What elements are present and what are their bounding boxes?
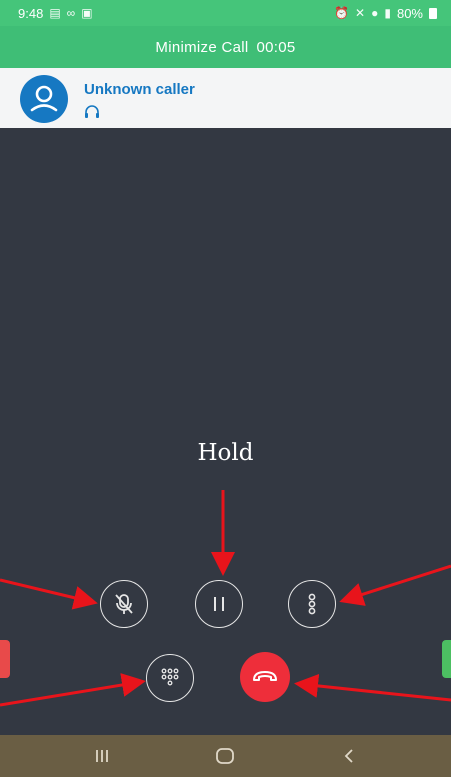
end-call-button[interactable] <box>240 652 290 702</box>
person-icon <box>30 85 58 112</box>
end-call-icon <box>253 671 277 681</box>
pause-icon <box>214 597 224 611</box>
more-options-button[interactable] <box>288 580 336 628</box>
status-right: ⏰ ✕ ● ▮ 80% <box>334 6 437 21</box>
alarm-icon: ⏰ <box>334 6 350 20</box>
hold-annotation-label: Hold <box>197 440 254 466</box>
home-button[interactable] <box>195 735 255 777</box>
avatar <box>20 75 68 123</box>
battery-icon <box>429 7 437 19</box>
dialpad-icon <box>161 668 179 686</box>
signal-icon: ▮ <box>384 6 391 20</box>
status-bar: 9:48 ▤ ∞ ▣ ⏰ ✕ ● ▮ 80% <box>0 0 451 26</box>
status-left: 9:48 ▤ ∞ ▣ <box>18 6 93 21</box>
back-icon <box>344 749 353 763</box>
hold-button[interactable] <box>195 580 243 628</box>
call-duration: 00:05 <box>256 38 296 56</box>
keypad-button[interactable] <box>146 654 194 702</box>
caller-name: Unknown caller <box>84 81 195 98</box>
mute-button[interactable] <box>100 580 148 628</box>
minimize-call-banner[interactable]: Minimize Call 00:05 <box>0 26 451 68</box>
mute-icon: ✕ <box>355 6 366 20</box>
notification-icon: ▤ <box>49 6 61 20</box>
location-icon: ● <box>371 6 379 20</box>
recents-icon <box>95 750 108 762</box>
more-vertical-icon <box>308 593 316 615</box>
minimize-call-label: Minimize Call <box>155 38 249 56</box>
caller-bar: Unknown caller <box>0 68 451 128</box>
voicemail-icon: ∞ <box>66 6 76 20</box>
mic-off-icon <box>115 594 133 614</box>
system-nav-bar <box>0 735 451 777</box>
call-area <box>0 128 451 735</box>
right-side-tab[interactable] <box>442 640 451 678</box>
recents-button[interactable] <box>72 735 132 777</box>
image-icon: ▣ <box>81 6 93 20</box>
battery-percent: 80% <box>396 5 423 21</box>
status-time: 9:48 <box>18 5 44 21</box>
headset-icon <box>85 105 99 118</box>
left-side-tab[interactable] <box>0 640 10 678</box>
back-button[interactable] <box>319 735 379 777</box>
home-icon <box>216 748 235 764</box>
